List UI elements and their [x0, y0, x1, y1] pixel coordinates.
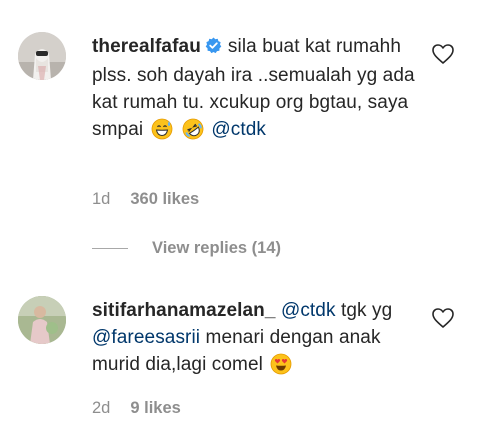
likes-count[interactable]: 360 likes — [130, 190, 199, 209]
view-replies-button[interactable]: View replies (14) — [92, 239, 281, 258]
grinning-sweat-emoji — [151, 118, 173, 148]
comment-time[interactable]: 1d — [92, 190, 110, 209]
comment-time[interactable]: 2d — [92, 399, 110, 418]
comment-text: therealfafau sila buat kat rumahh plss. s… — [92, 33, 422, 148]
avatar[interactable] — [18, 32, 66, 80]
replies-divider — [92, 248, 128, 249]
comment-meta: 2d 9 likes — [92, 399, 181, 418]
view-replies-label: View replies (14) — [152, 239, 282, 257]
mention-link[interactable]: @ctdk — [281, 300, 336, 321]
comment-text: sitifarhanamazelan_ @ctdk tgk yg @farees… — [92, 297, 422, 383]
heart-eyes-emoji — [270, 353, 292, 383]
comment-body: tgk yg — [340, 300, 393, 321]
mention-link[interactable]: @fareesasrii — [92, 327, 200, 348]
comment-username[interactable]: sitifarhanamazelan_ — [92, 300, 276, 321]
heart-outline-icon[interactable] — [431, 43, 455, 65]
comment-meta: 1d 360 likes — [92, 190, 199, 209]
verified-badge-icon — [205, 35, 222, 62]
likes-count[interactable]: 9 likes — [130, 399, 180, 418]
comment-username[interactable]: therealfafau — [92, 36, 201, 57]
rolling-laughing-emoji — [182, 118, 204, 148]
mention-link[interactable]: @ctdk — [211, 119, 266, 140]
heart-outline-icon[interactable] — [431, 307, 455, 329]
avatar[interactable] — [18, 296, 66, 344]
